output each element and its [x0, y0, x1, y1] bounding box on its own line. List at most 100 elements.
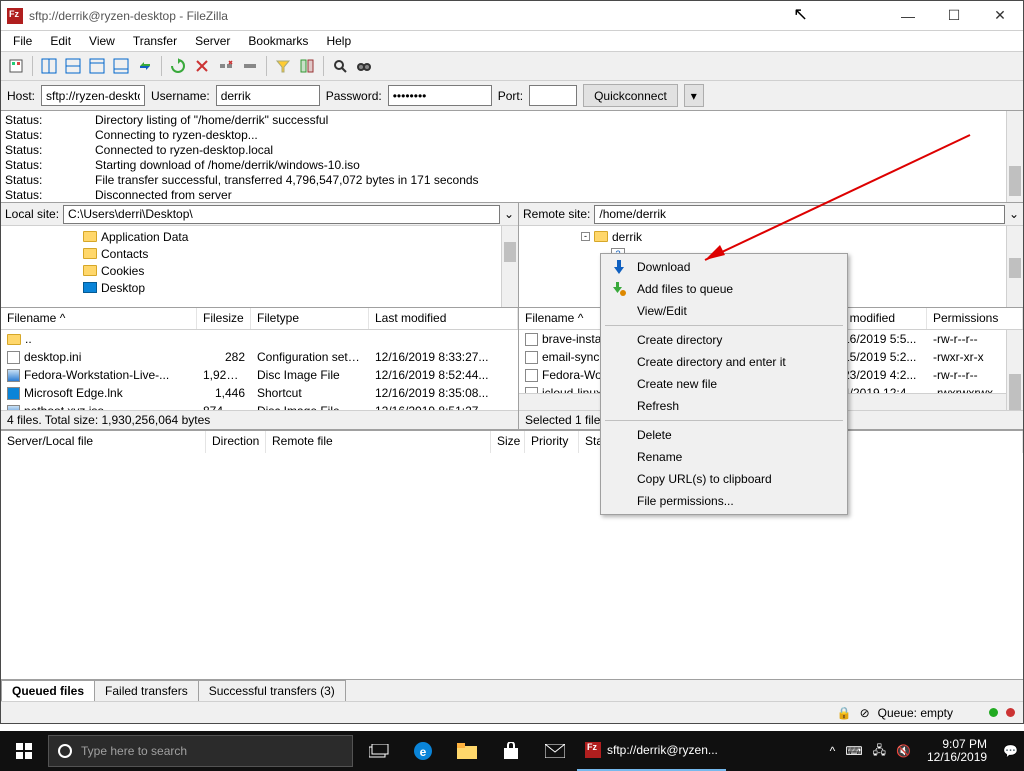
start-button[interactable]	[0, 731, 48, 771]
store-icon[interactable]	[489, 731, 533, 771]
layout4-icon[interactable]	[110, 55, 132, 77]
menu-file[interactable]: File	[5, 32, 40, 50]
taskbar: Type here to search e Fz sftp://derrik@r…	[0, 731, 1024, 771]
local-file-list[interactable]: ..desktop.ini282Configuration setti...12…	[1, 330, 518, 410]
stop-icon[interactable]	[191, 55, 213, 77]
tree-item: Contacts	[83, 245, 514, 262]
remote-path-dropdown-icon[interactable]: ⌄	[1009, 207, 1019, 221]
menu-help[interactable]: Help	[318, 32, 359, 50]
quickconnect-button[interactable]: Quickconnect	[583, 84, 678, 107]
quickconnect-bar: Host: Username: Password: Port: Quickcon…	[1, 81, 1023, 111]
port-input[interactable]	[529, 85, 577, 106]
sync-icon[interactable]	[134, 55, 156, 77]
folder-icon	[83, 248, 97, 259]
tab-failed[interactable]: Failed transfers	[94, 680, 199, 701]
input-icon[interactable]: ⌨	[845, 744, 862, 758]
host-label: Host:	[7, 89, 35, 103]
clock[interactable]: 9:07 PM12/16/2019	[921, 738, 993, 764]
menu-view[interactable]: View	[81, 32, 123, 50]
local-tree[interactable]: Application Data Contacts Cookies Deskto…	[1, 226, 518, 308]
context-file-permissions-[interactable]: File permissions...	[603, 490, 845, 512]
list-item[interactable]: desktop.ini282Configuration setti...12/1…	[1, 348, 518, 366]
tree-item: -derrik	[581, 228, 1019, 245]
minimize-button[interactable]: —	[885, 1, 931, 31]
mail-icon[interactable]	[533, 731, 577, 771]
folder-icon	[594, 231, 608, 242]
binoculars-icon[interactable]	[353, 55, 375, 77]
menu-bookmarks[interactable]: Bookmarks	[240, 32, 316, 50]
menu-server[interactable]: Server	[187, 32, 238, 50]
tree-scrollbar[interactable]	[501, 226, 518, 307]
folder-icon	[83, 265, 97, 276]
edge-icon[interactable]: e	[401, 731, 445, 771]
reconnect-icon[interactable]	[239, 55, 261, 77]
host-input[interactable]	[41, 85, 145, 106]
context-create-directory[interactable]: Create directory	[603, 329, 845, 351]
tree-scrollbar[interactable]	[1006, 226, 1023, 307]
explorer-icon[interactable]	[445, 731, 489, 771]
compare-icon[interactable]	[296, 55, 318, 77]
menu-edit[interactable]: Edit	[42, 32, 79, 50]
tree-item: Desktop	[83, 279, 514, 296]
context-menu: DownloadAdd files to queueView/Edit Creat…	[600, 253, 848, 515]
tray-up-icon[interactable]: ^	[830, 744, 836, 758]
context-copy-url-s-to-clipboard[interactable]: Copy URL(s) to clipboard	[603, 468, 845, 490]
folder-icon	[83, 231, 97, 242]
taskbar-app-filezilla[interactable]: Fz sftp://derrik@ryzen...	[577, 731, 726, 771]
context-create-directory-and-enter-it[interactable]: Create directory and enter it	[603, 351, 845, 373]
queue-icon: ⊘	[860, 706, 870, 720]
message-log[interactable]: Status:Directory listing of "/home/derri…	[1, 111, 1023, 203]
menu-transfer[interactable]: Transfer	[125, 32, 185, 50]
desktop-icon	[83, 282, 97, 293]
site-manager-icon[interactable]	[5, 55, 27, 77]
layout3-icon[interactable]	[86, 55, 108, 77]
context-refresh[interactable]: Refresh	[603, 395, 845, 417]
password-input[interactable]	[388, 85, 492, 106]
local-pane: Local site: ⌄ Application Data Contacts …	[1, 203, 519, 430]
list-item[interactable]: Fedora-Workstation-Live-...1,929,379,8..…	[1, 366, 518, 384]
local-path-dropdown-icon[interactable]: ⌄	[504, 207, 514, 221]
close-button[interactable]: ✕	[977, 1, 1023, 31]
context-download[interactable]: Download	[603, 256, 845, 278]
task-view-icon[interactable]	[357, 731, 401, 771]
list-scrollbar-v[interactable]	[1006, 330, 1023, 410]
context-delete[interactable]: Delete	[603, 424, 845, 446]
queue-tabs: Queued files Failed transfers Successful…	[1, 679, 1023, 701]
disconnect-icon[interactable]	[215, 55, 237, 77]
taskbar-search[interactable]: Type here to search	[48, 735, 353, 767]
filter-icon[interactable]	[272, 55, 294, 77]
context-rename[interactable]: Rename	[603, 446, 845, 468]
notifications-icon[interactable]: 💬	[1003, 744, 1018, 758]
layout2-icon[interactable]	[62, 55, 84, 77]
username-input[interactable]	[216, 85, 320, 106]
log-scrollbar[interactable]	[1006, 111, 1023, 202]
quickconnect-dropdown[interactable]: ▾	[684, 84, 704, 107]
menubar: File Edit View Transfer Server Bookmarks…	[1, 31, 1023, 51]
svg-text:e: e	[420, 745, 427, 759]
context-view-edit[interactable]: View/Edit	[603, 300, 845, 322]
remote-path-input[interactable]	[594, 205, 1005, 224]
tree-item: Application Data	[83, 228, 514, 245]
network-icon[interactable]: 🖧	[873, 741, 886, 762]
local-site-label: Local site:	[5, 207, 59, 221]
port-label: Port:	[498, 89, 523, 103]
app-window: sftp://derrik@ryzen-desktop - FileZilla …	[0, 0, 1024, 724]
maximize-button[interactable]: ☐	[931, 1, 977, 31]
search-icon[interactable]	[329, 55, 351, 77]
tree-item: Cookies	[83, 262, 514, 279]
refresh-icon[interactable]	[167, 55, 189, 77]
list-item[interactable]: Microsoft Edge.lnk1,446Shortcut12/16/201…	[1, 384, 518, 402]
context-create-new-file[interactable]: Create new file	[603, 373, 845, 395]
local-path-input[interactable]	[63, 205, 500, 224]
transfer-queue[interactable]	[1, 453, 1023, 680]
context-add-files-to-queue[interactable]: Add files to queue	[603, 278, 845, 300]
list-item[interactable]: ..	[1, 330, 518, 348]
volume-icon[interactable]: 🔇	[896, 744, 911, 758]
tab-successful[interactable]: Successful transfers (3)	[198, 680, 346, 701]
layout1-icon[interactable]	[38, 55, 60, 77]
cortana-icon	[57, 743, 73, 759]
list-item[interactable]: netboot.xyz.iso874,496Disc Image File12/…	[1, 402, 518, 410]
toolbar	[1, 51, 1023, 81]
tab-queued[interactable]: Queued files	[1, 680, 95, 701]
remote-site-label: Remote site:	[523, 207, 590, 221]
